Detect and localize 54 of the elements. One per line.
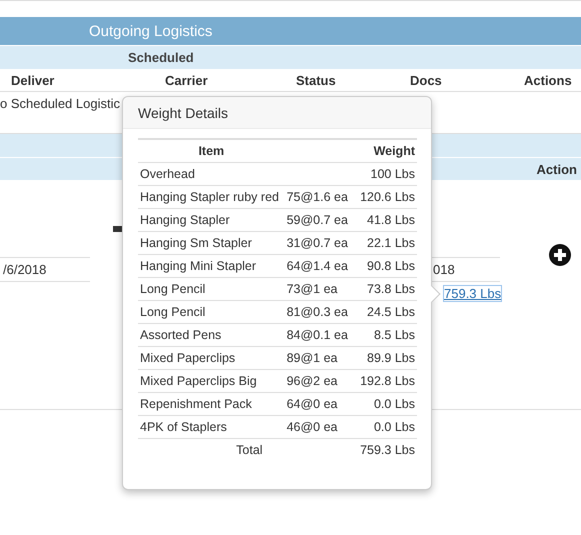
table-cell: 73.8 Lbs — [367, 282, 415, 296]
table-cell: 31@0.7 ea — [286, 236, 348, 250]
table-cell: 90.8 Lbs — [367, 259, 415, 273]
column-header: Docs — [410, 72, 442, 88]
section-title: Outgoing Logistics — [89, 22, 212, 40]
table-cell: 64@0 ea — [286, 397, 338, 411]
table-cell: 64@1.4 ea — [286, 259, 348, 273]
column-header: Item — [198, 144, 224, 158]
column-header: Action — [536, 162, 577, 176]
table-cell: 22.1 Lbs — [367, 236, 415, 250]
table-cell: 100 Lbs — [370, 167, 415, 181]
table-cell: Overhead — [140, 167, 195, 181]
table-cell: 73@1 ea — [286, 282, 338, 296]
table-cell: 75@1.6 ea — [286, 190, 348, 204]
weight-link[interactable]: 759.3 Lbs — [443, 285, 502, 302]
table-cell: 24.5 Lbs — [367, 305, 415, 319]
table-cell: 0.0 Lbs — [374, 397, 415, 411]
table-cell: 46@0 ea — [286, 420, 338, 434]
table-cell: 96@2 ea — [286, 374, 338, 388]
add-icon[interactable] — [549, 244, 571, 266]
table-cell: 89@1 ea — [286, 351, 338, 365]
column-header: Weight — [374, 144, 415, 158]
table-cell: Hanging Stapler ruby red — [140, 190, 279, 204]
table-cell: 120.6 Lbs — [360, 190, 415, 204]
table-cell: Long Pencil — [140, 282, 206, 296]
table-cell: 59@0.7 ea — [286, 213, 348, 227]
date-text: /6/2018 — [3, 262, 46, 277]
table-cell: Long Pencil — [140, 305, 206, 319]
table-cell: 192.8 Lbs — [360, 374, 415, 388]
table-cell: 4PK of Staplers — [140, 420, 227, 434]
table-cell: Mixed Paperclips Big — [140, 374, 257, 388]
column-header: Actions — [524, 72, 572, 88]
dash-mark — [113, 226, 123, 232]
table-cell: Hanging Sm Stapler — [140, 236, 252, 250]
table-cell: 84@0.1 ea — [286, 328, 348, 342]
table-cell: 41.8 Lbs — [367, 213, 415, 227]
table-cell: Assorted Pens — [140, 328, 222, 342]
total-label: Total — [236, 443, 263, 457]
table-cell: Hanging Mini Stapler — [140, 259, 256, 273]
subsection-title: Scheduled — [128, 50, 194, 65]
table-cell: 89.9 Lbs — [367, 351, 415, 365]
empty-message: o Scheduled Logistic — [0, 96, 120, 111]
column-header: Status — [296, 72, 336, 88]
column-header: Carrier — [165, 72, 208, 88]
total-value: 759.3 Lbs — [360, 443, 415, 457]
table-cell: Mixed Paperclips — [140, 351, 236, 365]
popover-title: Weight Details — [138, 104, 228, 120]
column-header: Deliver — [11, 72, 54, 88]
table-cell: 8.5 Lbs — [374, 328, 415, 342]
table-cell: Repenishment Pack — [140, 397, 252, 411]
table-cell: 81@0.3 ea — [286, 305, 348, 319]
table-cell: Hanging Stapler — [140, 213, 230, 227]
table-cell: 0.0 Lbs — [374, 420, 415, 434]
date-text: 018 — [433, 262, 455, 277]
